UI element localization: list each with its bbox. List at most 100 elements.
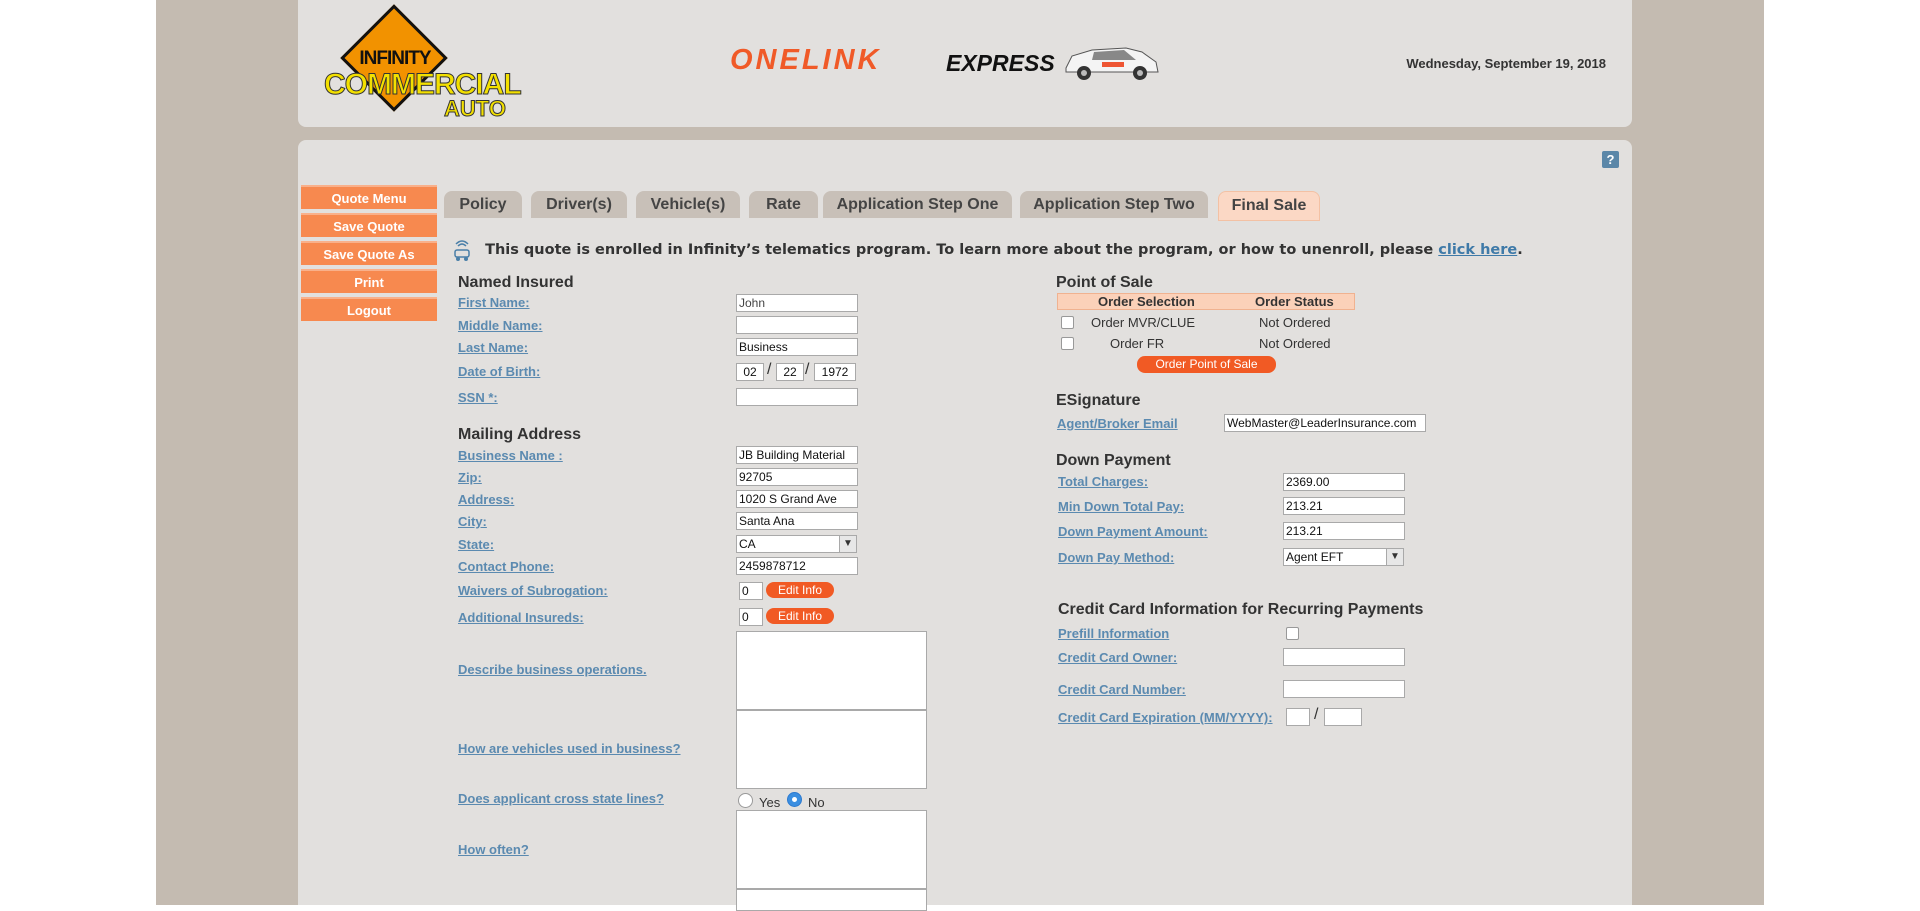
- help-icon[interactable]: ?: [1602, 151, 1619, 168]
- dob-day-field[interactable]: 22: [776, 363, 804, 381]
- next-textarea[interactable]: [736, 889, 927, 911]
- additional-insureds-edit-info-button[interactable]: Edit Info: [766, 608, 834, 624]
- ssn-label: SSN *:: [458, 390, 498, 405]
- header: INFINITY COMMERCIAL AUTO ONELINK EXPRESS…: [298, 0, 1632, 127]
- save-quote-as-button[interactable]: Save Quote As: [301, 241, 437, 265]
- order-mvr-label: Order MVR/CLUE: [1091, 315, 1196, 330]
- chevron-down-icon[interactable]: ▼: [839, 535, 857, 553]
- tab-policy[interactable]: Policy: [444, 191, 522, 218]
- order-point-of-sale-button[interactable]: Order Point of Sale: [1137, 356, 1276, 373]
- tab-drivers[interactable]: Driver(s): [531, 191, 627, 218]
- city-field[interactable]: Santa Ana: [736, 512, 858, 530]
- cross-state-no-label: No: [808, 795, 825, 810]
- logo-express: EXPRESS: [946, 50, 1055, 76]
- esignature-title: ESignature: [1056, 392, 1141, 409]
- credit-card-title: Credit Card Information for Recurring Pa…: [1058, 601, 1424, 618]
- describe-operations-label: Describe business operations.: [458, 662, 647, 677]
- save-quote-button[interactable]: Save Quote: [301, 213, 437, 237]
- dob-slash-1: /: [767, 361, 772, 378]
- card-expiration-label: Credit Card Expiration (MM/YYYY):: [1058, 710, 1273, 725]
- card-number-field[interactable]: [1283, 680, 1405, 698]
- agent-email-field[interactable]: WebMaster@LeaderInsurance.com: [1224, 414, 1426, 432]
- vehicles-usage-textarea[interactable]: [736, 710, 927, 789]
- tab-application-step-one[interactable]: Application Step One: [823, 191, 1012, 218]
- business-name-label: Business Name :: [458, 448, 563, 463]
- telematics-text: This quote is enrolled in Infinity’s tel…: [485, 242, 1439, 258]
- how-often-label: How often?: [458, 842, 529, 857]
- order-mvr-status: Not Ordered: [1259, 315, 1331, 330]
- address-field[interactable]: 1020 S Grand Ave: [736, 490, 858, 508]
- order-status-header: Order Status: [1255, 294, 1334, 309]
- middle-name-field[interactable]: [736, 316, 858, 334]
- logout-button[interactable]: Logout: [301, 297, 437, 321]
- last-name-label: Last Name:: [458, 340, 529, 355]
- first-name-label: First Name:: [458, 295, 530, 310]
- additional-insureds-field[interactable]: 0: [739, 608, 763, 626]
- card-owner-label: Credit Card Owner:: [1058, 650, 1178, 665]
- current-date: Wednesday, September 19, 2018: [1406, 56, 1606, 71]
- telematics-end: .: [1517, 242, 1523, 258]
- tab-final-sale[interactable]: Final Sale: [1218, 191, 1320, 221]
- prefill-information-checkbox[interactable]: [1286, 627, 1299, 640]
- quote-menu-button[interactable]: Quote Menu: [301, 185, 437, 209]
- dob-label: Date of Birth:: [458, 364, 541, 379]
- how-often-textarea[interactable]: [736, 810, 927, 889]
- first-name-field[interactable]: John: [736, 294, 858, 312]
- card-expiration-year-field[interactable]: [1324, 708, 1362, 726]
- logo-auto: AUTO: [444, 96, 507, 122]
- tab-vehicles[interactable]: Vehicle(s): [636, 191, 740, 218]
- telematics-notice: This quote is enrolled in Infinity’s tel…: [452, 238, 1523, 262]
- additional-insureds-label: Additional Insureds:: [458, 610, 584, 625]
- contact-phone-field[interactable]: 2459878712: [736, 557, 858, 575]
- agent-email-label: Agent/Broker Email: [1057, 416, 1178, 431]
- tab-rate[interactable]: Rate: [749, 191, 818, 218]
- zip-field[interactable]: 92705: [736, 468, 858, 486]
- city-label: City:: [458, 514, 487, 529]
- address-label: Address:: [458, 492, 515, 507]
- order-selection-header: Order Selection: [1098, 294, 1195, 309]
- card-number-label: Credit Card Number:: [1058, 682, 1186, 697]
- click-here-link[interactable]: click here: [1438, 242, 1517, 258]
- print-button[interactable]: Print: [301, 269, 437, 293]
- waivers-edit-info-button[interactable]: Edit Info: [766, 582, 834, 598]
- state-label: State:: [458, 537, 495, 552]
- logo-infinity: INFINITY: [359, 48, 431, 69]
- waivers-field[interactable]: 0: [739, 582, 763, 600]
- suv-icon: [1065, 47, 1159, 80]
- prefill-information-label: Prefill Information: [1058, 626, 1170, 641]
- cross-state-label: Does applicant cross state lines?: [458, 791, 664, 806]
- last-name-field[interactable]: Business: [736, 338, 858, 356]
- business-name-field[interactable]: JB Building Material: [736, 446, 858, 464]
- min-down-label: Min Down Total Pay:: [1058, 499, 1185, 514]
- cross-state-no-radio[interactable]: [787, 792, 802, 807]
- middle-name-label: Middle Name:: [458, 318, 543, 333]
- order-fr-status: Not Ordered: [1259, 336, 1331, 351]
- total-charges-field[interactable]: 2369.00: [1283, 473, 1405, 491]
- tab-application-step-two[interactable]: Application Step Two: [1020, 191, 1208, 218]
- contact-phone-label: Contact Phone:: [458, 559, 555, 574]
- total-charges-label: Total Charges:: [1058, 474, 1149, 489]
- chevron-down-icon[interactable]: ▼: [1386, 548, 1404, 566]
- describe-operations-textarea[interactable]: [736, 631, 927, 710]
- mailing-address-title: Mailing Address: [458, 426, 581, 443]
- vehicles-usage-label: How are vehicles used in business?: [458, 741, 681, 756]
- down-pay-method-label: Down Pay Method:: [1058, 550, 1175, 565]
- ssn-field[interactable]: [736, 388, 858, 406]
- card-expiration-month-field[interactable]: [1286, 708, 1310, 726]
- zip-label: Zip:: [458, 470, 482, 485]
- dob-month-field[interactable]: 02: [736, 363, 764, 381]
- card-owner-field[interactable]: [1283, 648, 1405, 666]
- telematics-car-icon: [454, 240, 470, 261]
- dob-year-field[interactable]: 1972: [814, 363, 856, 381]
- cross-state-yes-radio[interactable]: [738, 793, 753, 808]
- state-select[interactable]: CA: [736, 535, 842, 553]
- min-down-field[interactable]: 213.21: [1283, 497, 1405, 515]
- order-fr-checkbox[interactable]: [1061, 337, 1074, 350]
- down-payment-amount-field[interactable]: 213.21: [1283, 522, 1405, 540]
- order-mvr-checkbox[interactable]: [1061, 316, 1074, 329]
- point-of-sale-header: Order Selection Order Status: [1057, 293, 1355, 310]
- down-payment-amount-label: Down Payment Amount:: [1058, 524, 1208, 539]
- infinity-commercial-auto-logo: INFINITY COMMERCIAL AUTO: [320, 4, 522, 122]
- down-pay-method-select[interactable]: Agent EFT: [1283, 548, 1389, 566]
- waivers-label: Waivers of Subrogation:: [458, 583, 608, 598]
